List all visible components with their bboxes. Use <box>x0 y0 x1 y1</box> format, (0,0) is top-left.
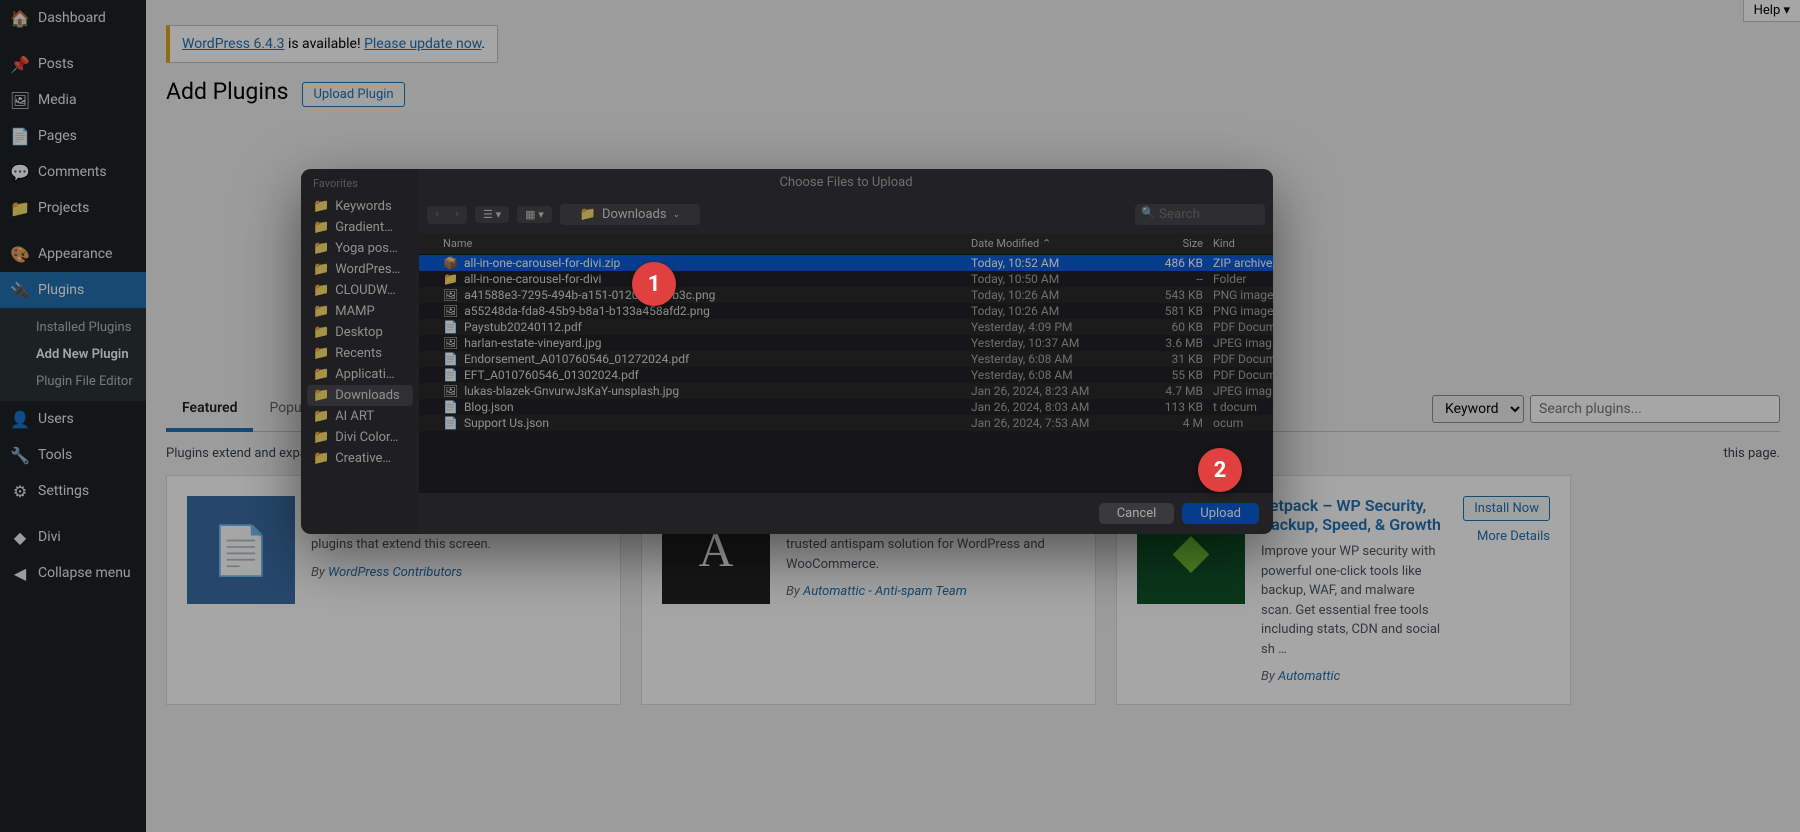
annotation-2: 2 <box>1198 448 1242 492</box>
dialog-overlay <box>0 0 1800 832</box>
annotation-1: 1 <box>632 262 676 306</box>
